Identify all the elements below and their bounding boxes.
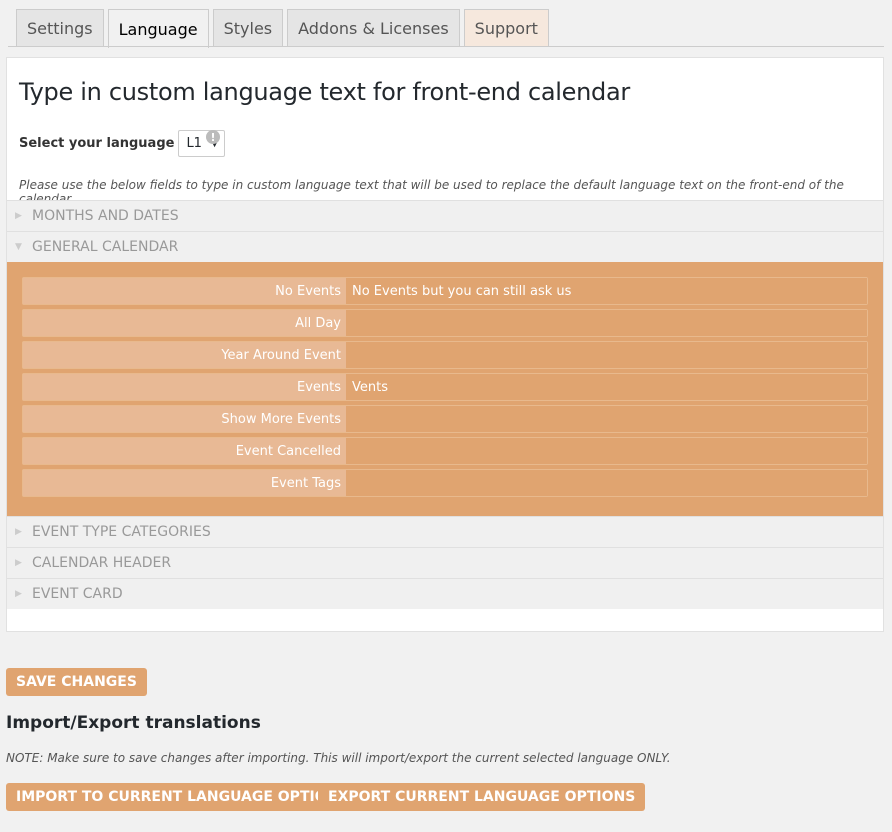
year-around-event-input[interactable] — [346, 342, 867, 368]
language-select-value: L1 — [186, 136, 202, 151]
field-label: Event Cancelled — [23, 438, 346, 464]
chevron-right-icon: ▶ — [15, 211, 22, 221]
no-events-input[interactable]: No Events but you can still ask us — [346, 278, 867, 304]
language-panel: Type in custom language text for front-e… — [6, 57, 884, 632]
field-row-all-day: All Day — [22, 309, 868, 337]
info-icon[interactable]: ! — [206, 130, 220, 144]
field-row-event-tags: Event Tags — [22, 469, 868, 497]
field-row-events: Events Vents — [22, 373, 868, 401]
field-row-no-events: No Events No Events but you can still as… — [22, 277, 868, 305]
tab-addons-licenses[interactable]: Addons & Licenses — [287, 9, 460, 47]
tab-language[interactable]: Language — [107, 9, 209, 48]
general-calendar-fields: No Events No Events but you can still as… — [7, 262, 883, 516]
section-label: GENERAL CALENDAR — [32, 239, 179, 255]
select-language-label: Select your language — [19, 136, 175, 151]
chevron-right-icon: ▶ — [15, 558, 22, 568]
language-select-row: Select your language L1 ▼ — [19, 130, 226, 157]
chevron-down-icon: ▼ — [15, 242, 22, 252]
section-general-calendar[interactable]: ▼ GENERAL CALENDAR — [7, 231, 883, 262]
tab-settings[interactable]: Settings — [16, 9, 104, 47]
section-months-and-dates[interactable]: ▶ MONTHS AND DATES — [7, 200, 883, 231]
import-export-title: Import/Export translations — [6, 713, 261, 733]
section-label: EVENT CARD — [32, 586, 123, 602]
all-day-input[interactable] — [346, 310, 867, 336]
field-label: Event Tags — [23, 470, 346, 496]
tab-styles[interactable]: Styles — [212, 9, 284, 47]
section-event-type-categories[interactable]: ▶ EVENT TYPE CATEGORIES — [7, 516, 883, 547]
section-event-card[interactable]: ▶ EVENT CARD — [7, 578, 883, 609]
import-language-button[interactable]: IMPORT TO CURRENT LANGUAGE OPTIONS — [6, 783, 359, 811]
save-changes-button[interactable]: SAVE CHANGES — [6, 668, 147, 696]
chevron-right-icon: ▶ — [15, 527, 22, 537]
page-title: Type in custom language text for front-e… — [19, 78, 630, 106]
settings-tabs: Settings Language Styles Addons & Licens… — [16, 9, 549, 48]
tabs-divider — [8, 46, 884, 47]
section-label: MONTHS AND DATES — [32, 208, 179, 224]
field-row-event-cancelled: Event Cancelled — [22, 437, 868, 465]
export-language-button[interactable]: EXPORT CURRENT LANGUAGE OPTIONS — [318, 783, 646, 811]
event-cancelled-input[interactable] — [346, 438, 867, 464]
event-tags-input[interactable] — [346, 470, 867, 496]
field-row-show-more-events: Show More Events — [22, 405, 868, 433]
field-label: Events — [23, 374, 346, 400]
field-row-year-around-event: Year Around Event — [22, 341, 868, 369]
chevron-right-icon: ▶ — [15, 589, 22, 599]
events-input[interactable]: Vents — [346, 374, 867, 400]
section-label: EVENT TYPE CATEGORIES — [32, 524, 211, 540]
field-label: All Day — [23, 310, 346, 336]
field-label: Year Around Event — [23, 342, 346, 368]
tab-support[interactable]: Support — [463, 9, 549, 47]
section-calendar-header[interactable]: ▶ CALENDAR HEADER — [7, 547, 883, 578]
field-label: Show More Events — [23, 406, 346, 432]
import-export-note: NOTE: Make sure to save changes after im… — [6, 751, 671, 765]
show-more-events-input[interactable] — [346, 406, 867, 432]
section-label: CALENDAR HEADER — [32, 555, 172, 571]
field-label: No Events — [23, 278, 346, 304]
